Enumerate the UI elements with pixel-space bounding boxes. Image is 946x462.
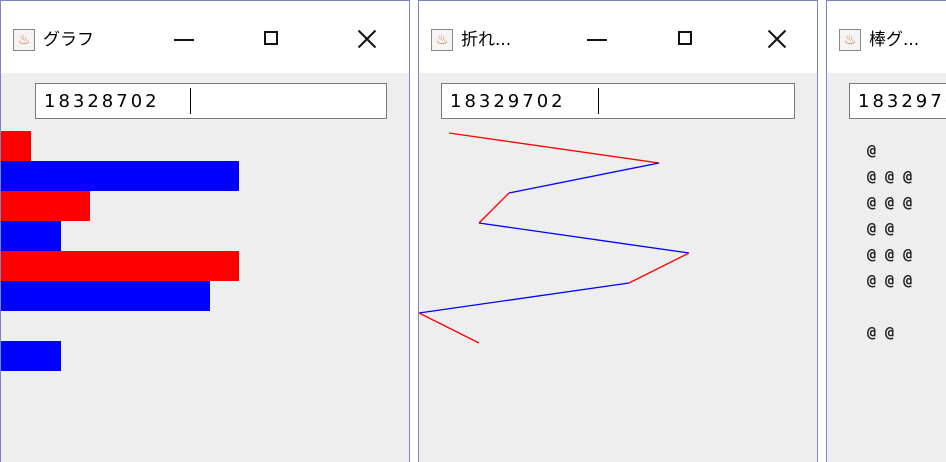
java-icon: ♨ [431, 29, 453, 51]
bar [1, 341, 61, 371]
number-input[interactable] [849, 83, 946, 119]
at-row: @ @ @ [867, 245, 913, 263]
at-row: @ @ @ [867, 271, 913, 289]
text-caret [190, 88, 191, 114]
maximize-button[interactable] [254, 21, 290, 57]
bar [1, 221, 61, 251]
java-icon: ♨ [13, 29, 35, 51]
java-icon: ♨ [839, 29, 861, 51]
line-segment [419, 282, 630, 314]
graph-panel [1, 73, 409, 462]
bar [1, 131, 31, 161]
line-segment [508, 162, 660, 194]
title-bar[interactable]: ♨ グラフ [1, 1, 409, 73]
at-row: @ @ @ [867, 193, 913, 211]
line-segment [448, 132, 660, 164]
at-row: @ @ [867, 219, 895, 237]
graph-panel: @ @ @ @ @ @ @ @ @ @ @ @ @ @ @ @ @ [827, 73, 946, 462]
line-segment [628, 252, 690, 284]
minimize-button[interactable] [579, 21, 615, 57]
maximize-button[interactable] [668, 21, 704, 57]
line-chart [419, 132, 690, 344]
close-button[interactable] [349, 21, 385, 57]
line-segment [478, 192, 510, 224]
at-row: @ @ [867, 323, 895, 341]
bar [1, 251, 240, 281]
at-row: @ [867, 141, 877, 159]
window-title: 折れ... [461, 30, 512, 50]
title-bar[interactable]: ♨ 折れ... [419, 1, 817, 73]
line-graph-window: ♨ 折れ... [418, 0, 818, 462]
window-title: グラフ [43, 30, 94, 50]
line-segment [419, 312, 480, 344]
title-bar[interactable]: ♨ 棒グ... [827, 1, 946, 73]
window-title: 棒グ... [869, 30, 920, 50]
close-button[interactable] [759, 21, 795, 57]
bar [1, 281, 210, 311]
bar [1, 161, 240, 191]
number-input[interactable] [35, 83, 387, 119]
bar-graph-window: ♨ グラフ [0, 0, 410, 462]
text-graph-window: ♨ 棒グ... @ @ @ @ @ @ @ @ @ @ @ @ @ @ @ @ @ [826, 0, 946, 462]
bar [1, 191, 91, 221]
graph-panel [419, 73, 817, 462]
at-row: @ @ @ [867, 167, 913, 185]
minimize-button[interactable] [166, 21, 202, 57]
line-segment [478, 222, 690, 254]
